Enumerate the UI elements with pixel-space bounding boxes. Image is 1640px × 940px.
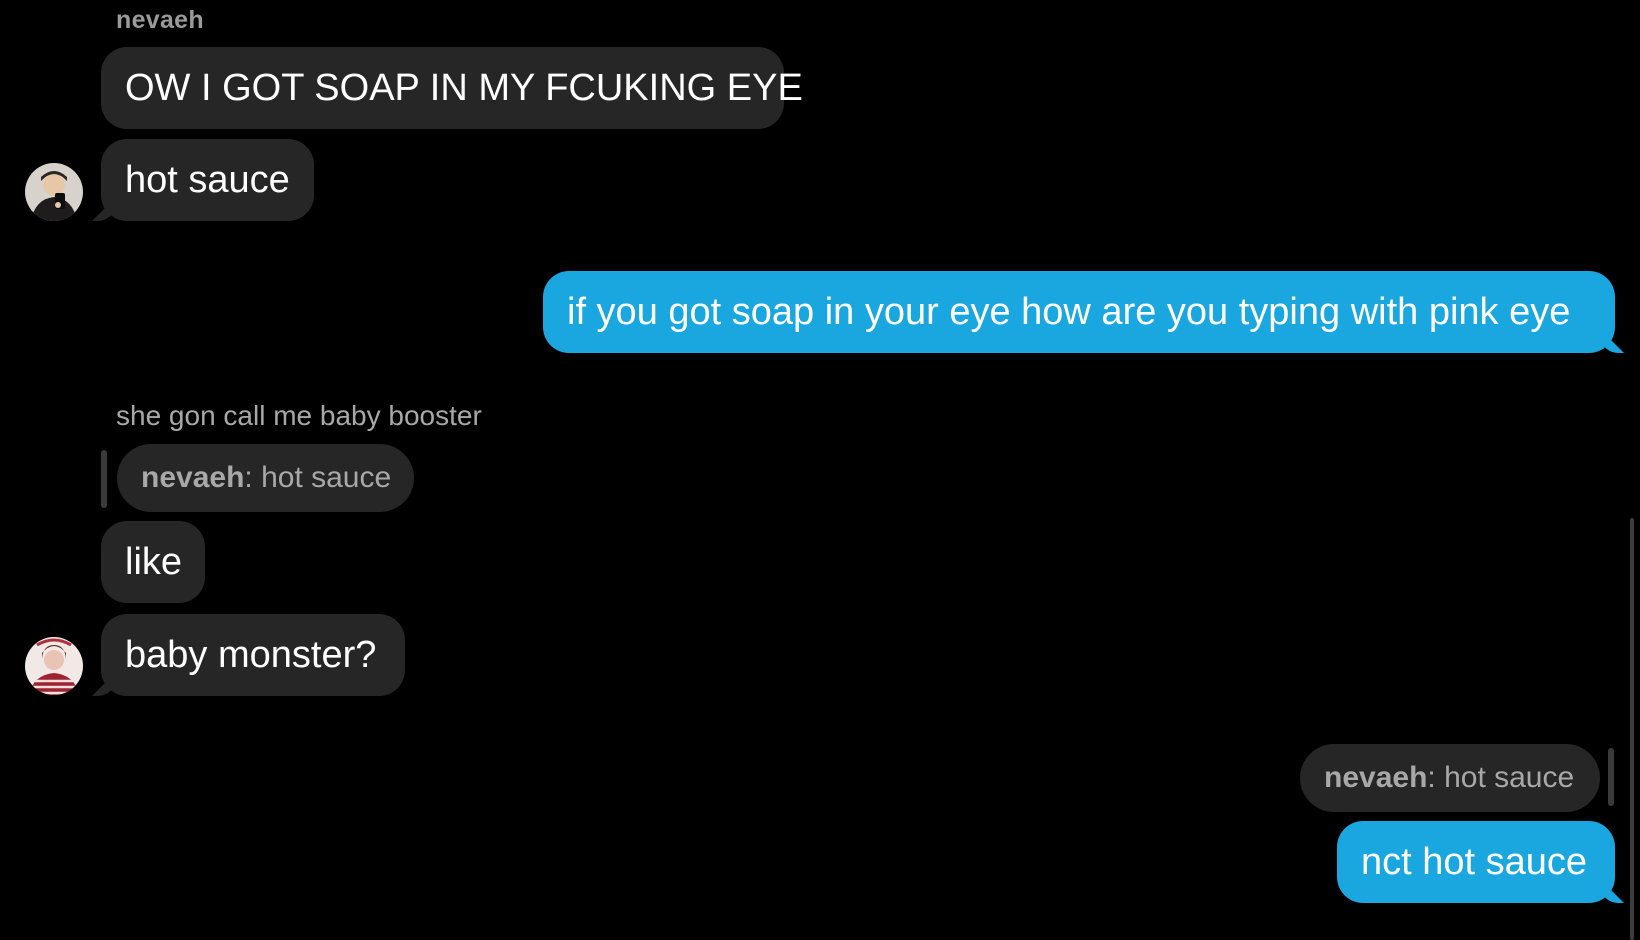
reply-indicator-bar	[1608, 748, 1614, 806]
message-bubble-incoming[interactable]: like	[101, 521, 205, 603]
reply-caption: she gon call me baby booster	[116, 400, 482, 431]
quoted-sender-name: nevaeh	[141, 461, 245, 494]
message-text: hot sauce	[125, 159, 290, 201]
quoted-separator: :	[244, 461, 253, 494]
message-text: nct hot sauce	[1361, 841, 1588, 883]
message-bubble-incoming[interactable]: hot sauce	[101, 139, 314, 221]
quoted-sender-name: nevaeh	[1324, 761, 1428, 794]
sender-avatar[interactable]	[25, 163, 83, 221]
avatar-photo-icon	[25, 163, 83, 221]
quoted-message[interactable]: nevaeh: hot sauce	[1300, 744, 1600, 812]
message-text: baby monster?	[125, 634, 377, 676]
quoted-separator: :	[1427, 761, 1436, 794]
quoted-text: hot sauce	[252, 461, 392, 494]
avatar-photo-icon	[25, 637, 83, 695]
message-bubble-incoming[interactable]: baby monster?	[101, 614, 405, 696]
quoted-message[interactable]: nevaeh: hot sauce	[117, 444, 414, 512]
scrollbar-thumb[interactable]	[1630, 518, 1634, 940]
quoted-text: hot sauce	[1435, 761, 1575, 794]
message-bubble-incoming[interactable]: OW I GOT SOAP IN MY FCUKING EYE	[101, 47, 803, 129]
sender-avatar[interactable]	[25, 637, 83, 695]
message-text: like	[125, 541, 183, 583]
message-bubble-outgoing[interactable]: if you got soap in your eye how are you …	[543, 271, 1615, 353]
message-bubble-outgoing[interactable]: nct hot sauce	[1337, 821, 1615, 903]
sender-name: nevaeh	[116, 6, 204, 34]
message-text: if you got soap in your eye how are you …	[567, 291, 1571, 333]
reply-indicator-bar	[101, 450, 107, 508]
message-text: OW I GOT SOAP IN MY FCUKING EYE	[125, 67, 803, 109]
